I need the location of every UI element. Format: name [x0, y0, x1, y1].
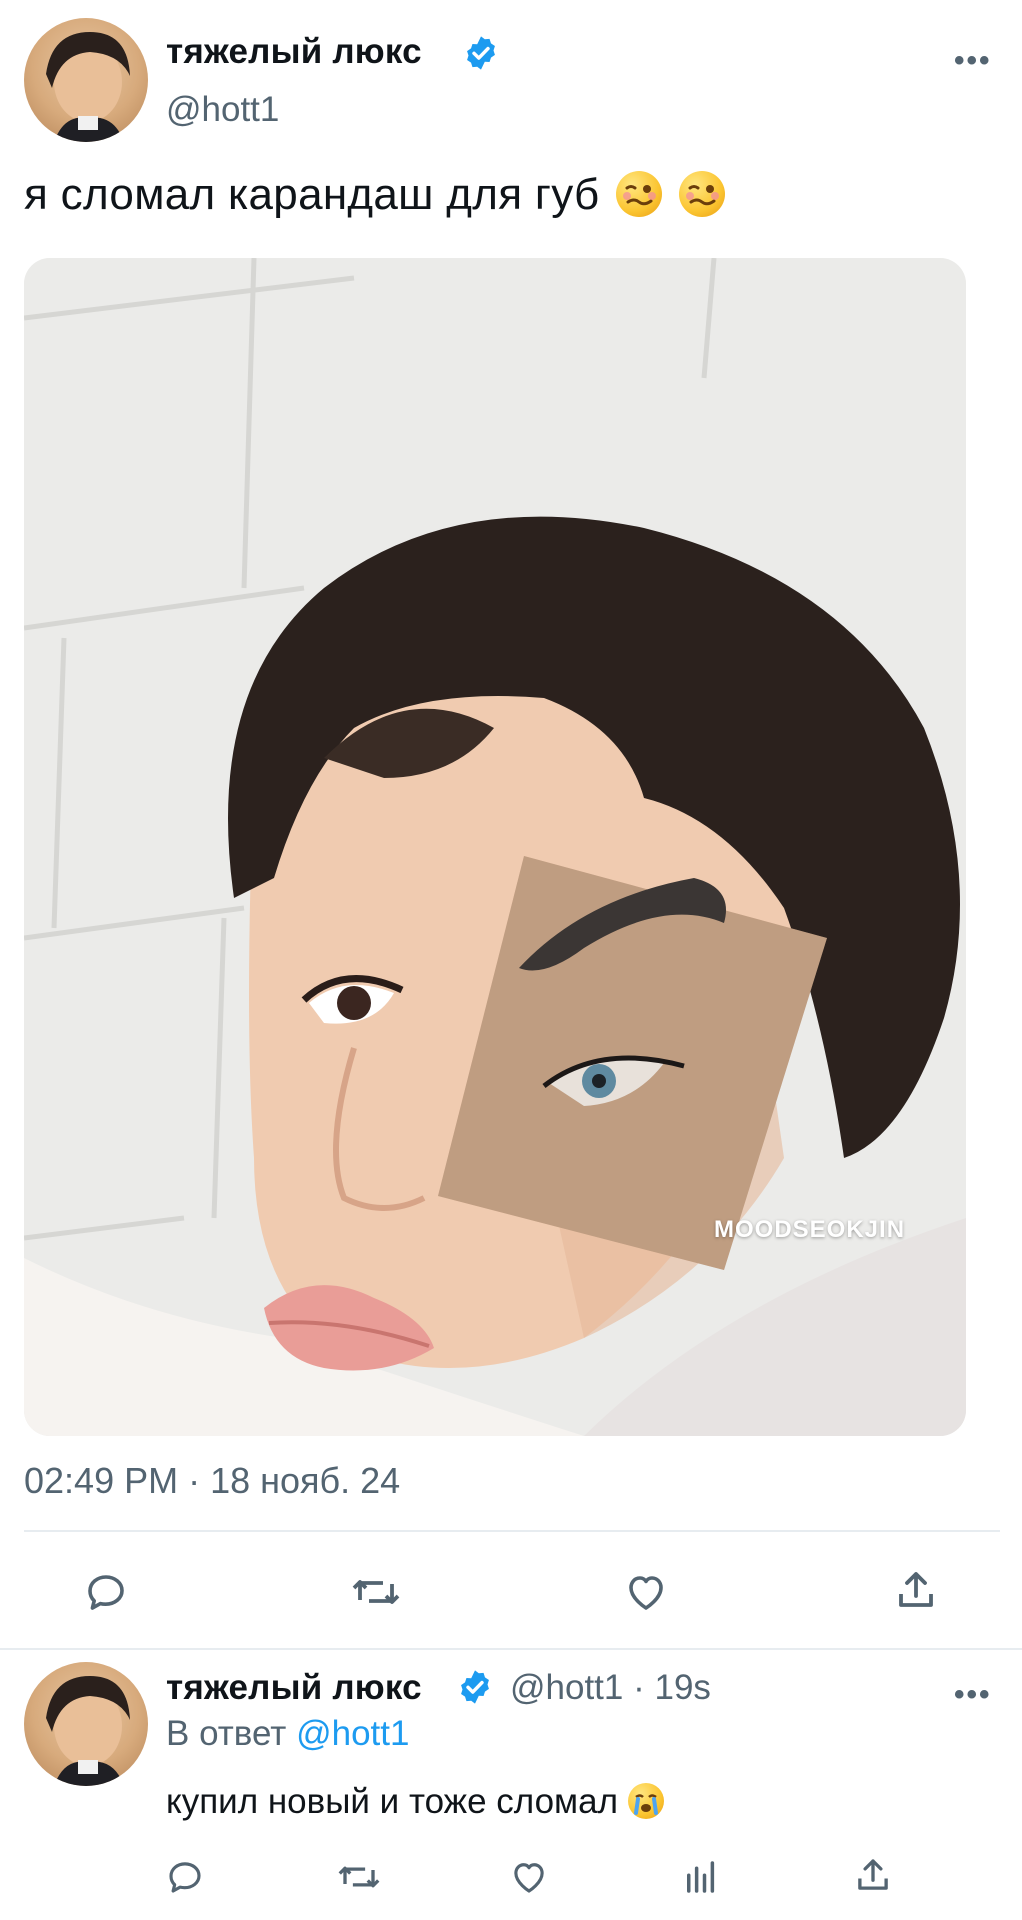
- avatar[interactable]: [24, 18, 148, 142]
- analytics-icon[interactable]: [680, 1856, 722, 1898]
- woozy-face-icon: [616, 171, 663, 217]
- divider: [24, 1530, 1000, 1532]
- reply-retweet-icon[interactable]: [336, 1856, 382, 1898]
- like-icon[interactable]: [622, 1568, 670, 1616]
- tweet-text: я сломал карандаш для губ: [24, 170, 725, 220]
- woozy-face-icon: [678, 171, 725, 217]
- reply-share-icon[interactable]: [852, 1854, 894, 1896]
- share-icon[interactable]: [892, 1566, 940, 1614]
- verified-badge-icon: [456, 1668, 494, 1706]
- divider: [0, 1648, 1022, 1650]
- reply-avatar[interactable]: [24, 1662, 148, 1786]
- watermark-text: MOODSEOKJIN: [714, 1216, 906, 1243]
- author-name[interactable]: тяжелый люкс: [166, 32, 422, 72]
- more-options-icon[interactable]: •••: [954, 44, 992, 78]
- reply-like-icon[interactable]: [508, 1856, 550, 1898]
- reply-more-options-icon[interactable]: •••: [954, 1678, 992, 1712]
- tweet-text-content: я сломал карандаш для губ: [24, 170, 600, 219]
- reply-text-content: купил новый и тоже сломал: [166, 1782, 618, 1821]
- loudly-crying-face-icon: [627, 1783, 664, 1819]
- reply-to-link[interactable]: @hott1: [296, 1714, 409, 1753]
- tweet-timestamp[interactable]: 02:49 PM · 18 нояб. 24: [24, 1460, 400, 1502]
- retweet-icon[interactable]: [350, 1568, 402, 1616]
- reply-handle-time: @hott1 · 19s: [510, 1668, 711, 1707]
- reply-prefix: В ответ: [166, 1714, 287, 1753]
- reply-reply-icon[interactable]: [164, 1856, 206, 1898]
- author-handle[interactable]: @hott1: [166, 90, 279, 130]
- reply-author-name[interactable]: тяжелый люкс: [166, 1668, 422, 1708]
- reply-text: купил новый и тоже сломал: [166, 1782, 664, 1822]
- reply-icon[interactable]: [82, 1568, 130, 1616]
- reply-context: В ответ @hott1: [166, 1714, 409, 1754]
- verified-badge-icon: [462, 34, 500, 72]
- tweet-photo[interactable]: MOODSEOKJIN: [24, 258, 966, 1436]
- photo-illustration: MOODSEOKJIN: [24, 258, 966, 1436]
